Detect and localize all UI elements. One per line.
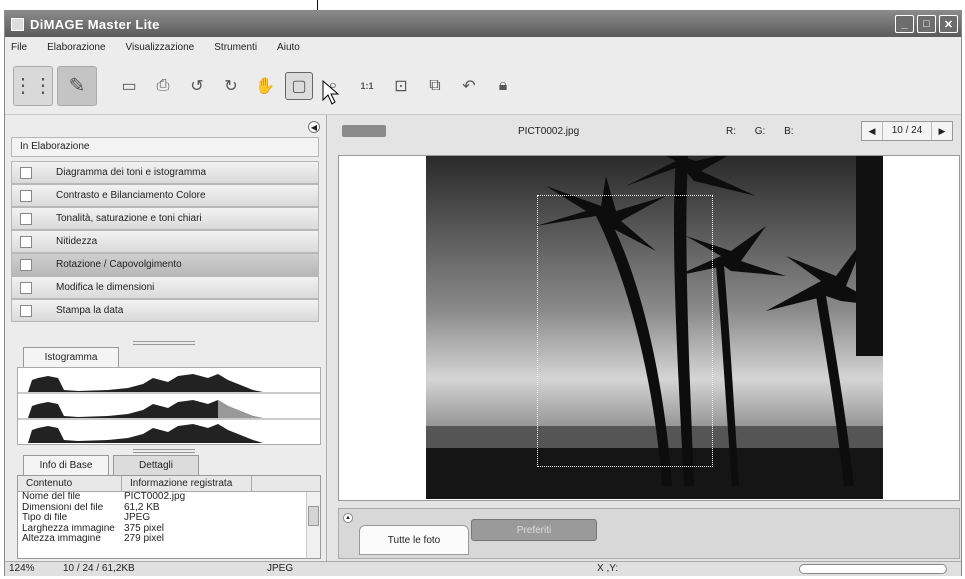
proc-item-rotation[interactable]: Rotazione / Capovolgimento (11, 253, 319, 276)
proc-item-sharpness[interactable]: Nitidezza (11, 230, 319, 253)
minimize-button[interactable]: _ (895, 15, 914, 33)
histogram-chart (18, 374, 320, 443)
status-file-type: JPEG (267, 563, 294, 574)
proc-item-date-print[interactable]: Stampa la data (11, 299, 319, 322)
checkbox[interactable] (20, 166, 32, 179)
photo-image[interactable] (426, 156, 883, 499)
title-bar: DiMAGE Master Lite _ □ ✕ (5, 11, 961, 37)
thumbnail-view-button[interactable]: ⋮⋮ (13, 65, 53, 106)
checkbox[interactable] (20, 281, 32, 294)
maximize-button[interactable]: □ (917, 15, 936, 33)
splitter-handle[interactable] (133, 341, 195, 345)
hand-icon[interactable]: ✋ (251, 72, 279, 100)
fit-window-icon[interactable]: ⊡ (387, 72, 415, 100)
status-coordinates: X ,Y: (597, 563, 619, 574)
status-zoom: 124% (9, 563, 35, 574)
menu-aiuto[interactable]: Aiuto (277, 42, 300, 53)
tab-all-photos[interactable]: Tutte le foto (359, 525, 469, 555)
filename-label: PICT0002.jpg (518, 125, 580, 137)
proc-item-hue[interactable]: Tonalità, saturazione e toni chiari (11, 207, 319, 230)
tab-histogram[interactable]: Istogramma (23, 347, 119, 367)
print-icon[interactable]: ⎙ (149, 72, 177, 100)
window-title: DiMAGE Master Lite (30, 16, 160, 32)
app-window: DiMAGE Master Lite _ □ ✕ File Elaborazio… (4, 10, 962, 576)
table-row: Nome del file PICT0002.jpg (22, 491, 186, 502)
selection-rectangle[interactable] (537, 195, 713, 467)
menu-visualizzazione[interactable]: Visualizzazione (126, 42, 195, 53)
checkbox[interactable] (20, 212, 32, 225)
table-row: Larghezza immagine 375 pixel (22, 522, 165, 534)
info-table-header: Contenuto Informazione registrata (18, 476, 320, 492)
scroll-thumb[interactable] (308, 506, 319, 526)
checkbox[interactable] (20, 189, 32, 202)
toolbar: ⋮⋮ ✎ ▭ ⎙ ↺ ↻ ✋ ▢ ⌕ 1:1 ⊡ ⧉ ↶ 🔒︎ (5, 57, 961, 115)
viewer-bar: PICT0002.jpg R: G: B: ◀ 10 / 24 ▶ (328, 115, 961, 147)
checkbox[interactable] (20, 304, 32, 317)
tab-details[interactable]: Dettagli (113, 455, 199, 475)
checkbox[interactable] (20, 258, 32, 271)
undo-icon[interactable]: ↶ (455, 72, 483, 100)
rotate-right-icon[interactable]: ↻ (217, 72, 245, 100)
table-row: Altezza immagine 279 pixel (22, 533, 165, 544)
edit-view-button[interactable]: ✎ (57, 65, 97, 106)
histogram-panel (17, 367, 321, 445)
proc-item-tone-curve[interactable]: Diagramma dei toni e istogramma (11, 161, 319, 184)
splitter-handle[interactable] (133, 449, 195, 453)
bottom-tab-area: ▲ Tutte le foto Preferiti (338, 508, 960, 559)
checkbox[interactable] (20, 235, 32, 248)
col-content[interactable]: Contenuto (18, 476, 122, 491)
processing-header: In Elaborazione (11, 137, 319, 157)
compare-icon[interactable]: ⧉ (421, 72, 449, 100)
next-image-icon[interactable]: ▶ (932, 122, 952, 140)
tab-basic-info[interactable]: Info di Base (23, 455, 109, 475)
rotate-left-icon[interactable]: ↺ (183, 72, 211, 100)
menu-file[interactable]: File (11, 42, 27, 53)
info-table: Contenuto Informazione registrata Nome d… (17, 475, 321, 559)
status-position: 10 / 24 / 61,2KB (63, 563, 135, 574)
processing-list: Diagramma dei toni e istogramma Contrast… (11, 161, 319, 322)
proc-item-resize[interactable]: Modifica le dimensioni (11, 276, 319, 299)
table-row: Tipo di file JPEG (22, 512, 151, 523)
menu-bar: File Elaborazione Visualizzazione Strume… (5, 37, 961, 57)
crop-select-icon[interactable]: ▢ (285, 71, 313, 100)
viewer-panel: PICT0002.jpg R: G: B: ◀ 10 / 24 ▶ ▲ Tutt… (328, 115, 961, 561)
tab-favorites[interactable]: Preferiti (471, 519, 597, 541)
image-navigator: ◀ 10 / 24 ▶ (861, 121, 953, 141)
collapse-left-icon[interactable]: ◀ (308, 121, 320, 133)
save-icon[interactable]: ▭ (115, 72, 143, 100)
color-swatch (342, 125, 386, 137)
col-recorded-info[interactable]: Informazione registrata (122, 476, 252, 491)
info-scrollbar[interactable] (306, 492, 320, 558)
rgb-readout: R: G: B: (726, 125, 794, 137)
close-button[interactable]: ✕ (939, 15, 958, 33)
prev-image-icon[interactable]: ◀ (862, 122, 882, 140)
progress-bar (799, 564, 947, 574)
table-row: Dimensioni del file 61,2 KB (22, 501, 160, 513)
actual-size-icon[interactable]: 1:1 (353, 72, 381, 100)
mouse-cursor-icon (322, 80, 340, 105)
app-icon (11, 17, 24, 31)
image-canvas[interactable] (338, 155, 960, 501)
expand-toggle-icon[interactable]: ▲ (343, 513, 353, 523)
proc-item-contrast[interactable]: Contrasto e Bilanciamento Colore (11, 184, 319, 207)
status-bar: 124% 10 / 24 / 61,2KB JPEG X ,Y: (5, 561, 961, 576)
image-counter: 10 / 24 (882, 122, 932, 140)
menu-strumenti[interactable]: Strumenti (214, 42, 257, 53)
lock-icon[interactable]: 🔒︎ (489, 72, 517, 100)
left-panel: ◀ In Elaborazione Diagramma dei toni e i… (5, 115, 327, 561)
menu-elaborazione[interactable]: Elaborazione (47, 42, 105, 53)
